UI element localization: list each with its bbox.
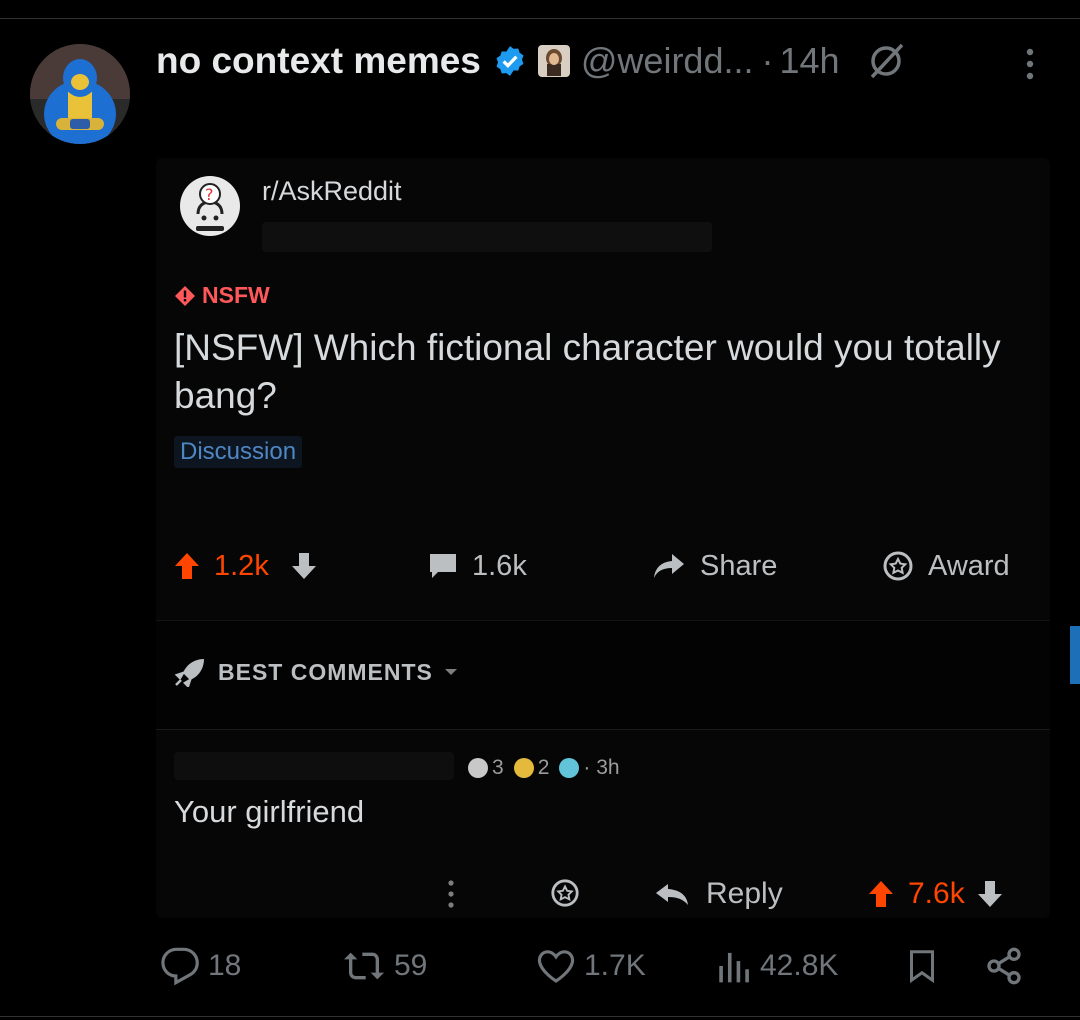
downvote-icon <box>291 553 316 579</box>
bookmark-button[interactable] <box>904 944 940 988</box>
award-group: Award <box>882 546 1010 586</box>
post-title: [NSFW] Which fictional character would y… <box>174 327 1001 416</box>
repost-button[interactable]: 59 <box>342 944 427 988</box>
comment-icon <box>430 554 456 578</box>
nsfw-label: NSFW <box>202 282 270 308</box>
post-flair: Discussion <box>174 436 303 468</box>
more-vertical-icon <box>448 880 454 908</box>
subreddit-name: r/AskReddit <box>262 176 402 206</box>
reply-group: Reply <box>654 874 783 914</box>
reply-button[interactable]: 18 <box>160 944 241 988</box>
comment-age: · 3h <box>583 756 620 779</box>
comment-text: Your girlfriend <box>174 794 365 829</box>
comment-count: 1.6k <box>472 549 527 582</box>
downvote-icon <box>977 881 1002 907</box>
award1-count: 3 <box>492 756 504 779</box>
comment-actions: Reply 7.6k <box>156 874 1050 914</box>
share-button[interactable] <box>984 944 1024 988</box>
blurred-metadata <box>262 222 712 252</box>
nsfw-tag: NSFW <box>174 282 270 309</box>
handle[interactable]: @weirdd... <box>581 40 754 82</box>
rocket-icon <box>174 659 204 687</box>
reply-label: Reply <box>706 877 783 910</box>
separator: · <box>761 40 774 81</box>
tweet-actions: 18 59 1.7K 42.8K <box>160 944 1040 988</box>
award-label: Award <box>928 549 1010 582</box>
share-icon <box>987 947 1021 985</box>
vote-group: 1.2k <box>174 546 317 586</box>
tweet-media-image[interactable]: ? r/AskReddit NSFW [NSFW] Which fictiona… <box>156 158 1050 918</box>
gold-award-icon <box>513 758 534 778</box>
bookmark-icon <box>910 950 934 984</box>
upvote-count: 1.2k <box>214 549 269 582</box>
repost-count: 59 <box>394 949 428 982</box>
upvote-icon <box>175 553 199 579</box>
like-button[interactable]: 1.7K <box>536 944 646 988</box>
share-arrow-icon <box>654 554 684 578</box>
award-icon <box>883 551 913 581</box>
svg-text:?: ? <box>205 185 214 204</box>
display-name[interactable]: no context memes <box>156 40 481 82</box>
subreddit-icon: ? <box>178 174 242 238</box>
tweet-header: no context memes @weirdd... · 14h <box>156 38 906 84</box>
views-icon <box>719 952 749 983</box>
comment-score: 7.6k <box>908 877 965 910</box>
award2-count: 2 <box>537 756 550 779</box>
upvote-icon <box>869 881 893 907</box>
chevron-down-icon <box>444 669 457 675</box>
like-icon <box>537 950 575 983</box>
nsfw-icon <box>175 285 195 306</box>
like-count: 1.7K <box>584 949 646 982</box>
wholesome-award-icon <box>559 758 580 778</box>
sort-selector: BEST COMMENTS <box>174 657 459 687</box>
top-divider <box>0 18 1080 19</box>
verified-badge-icon <box>493 44 527 78</box>
grok-icon[interactable] <box>866 41 906 81</box>
avatar[interactable] <box>30 44 130 144</box>
bottom-divider <box>0 1016 1080 1017</box>
sort-label: BEST COMMENTS <box>218 658 433 685</box>
reply-count: 18 <box>208 949 242 982</box>
view-count: 42.8K <box>760 949 839 982</box>
silver-award-icon <box>468 758 488 778</box>
more-vertical-icon[interactable] <box>1012 46 1048 82</box>
comment-vote-group: 7.6k <box>868 874 1003 914</box>
side-scroll-tab[interactable] <box>1070 626 1080 684</box>
repost-icon <box>344 952 384 980</box>
blurred-comment-author <box>174 752 454 780</box>
reply-icon <box>161 947 199 986</box>
reply-arrow-icon <box>656 884 688 905</box>
comments-group: 1.6k <box>428 546 527 586</box>
share-group: Share <box>652 546 777 586</box>
affiliate-badge-icon <box>537 44 571 78</box>
views-button[interactable]: 42.8K <box>716 944 838 988</box>
award-icon <box>551 879 579 907</box>
share-label: Share <box>700 549 778 582</box>
comment-meta: 3 2 · 3h <box>468 756 620 780</box>
post-actions: 1.2k 1.6k Share Award <box>174 546 1034 586</box>
timestamp[interactable]: 14h <box>779 40 839 82</box>
comment-sort-bar: BEST COMMENTS <box>156 620 1050 730</box>
